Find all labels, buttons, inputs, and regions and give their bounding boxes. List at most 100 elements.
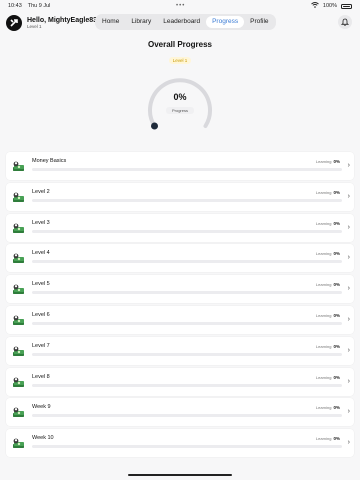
money-stack-icon	[12, 283, 26, 297]
module-row[interactable]: Level 2 Learning 0% ›	[6, 182, 354, 211]
module-row[interactable]: Level 7 Learning 0% ›	[6, 336, 354, 365]
module-status-label: Learning	[315, 189, 332, 195]
tab-library[interactable]: Library	[125, 16, 157, 28]
module-percent: 0%	[333, 189, 340, 195]
module-percent: 0%	[333, 220, 340, 226]
wifi-icon	[311, 2, 319, 10]
tab-profile[interactable]: Profile	[244, 16, 274, 28]
module-percent: 0%	[333, 312, 340, 318]
module-row[interactable]: Level 8 Learning 0% ›	[6, 367, 354, 396]
money-stack-icon	[12, 345, 26, 359]
module-progress-track	[32, 414, 342, 418]
main-tabs: Home Library Leaderboard Progress Profil…	[95, 14, 276, 30]
module-progress-track	[32, 445, 342, 449]
chevron-right-icon: ›	[347, 377, 350, 385]
module-title: Level 5	[32, 281, 50, 288]
module-list: Money Basics Learning 0% › Level 2 Learning 0%…	[6, 152, 354, 460]
home-indicator[interactable]	[128, 474, 232, 476]
module-status: Learning 0%	[316, 190, 340, 195]
battery-percent: 100%	[322, 3, 337, 9]
module-progress-track	[32, 168, 342, 171]
gauge-knob	[151, 122, 158, 130]
module-row[interactable]: Money Basics Learning 0% ›	[6, 152, 354, 180]
module-title: Level 7	[32, 342, 50, 349]
gauge-track	[148, 78, 212, 128]
module-title: Week 9	[32, 404, 51, 411]
module-percent: 0%	[333, 405, 340, 411]
money-stack-icon	[12, 222, 26, 236]
chevron-right-icon: ›	[347, 346, 350, 354]
module-status-label: Learning	[315, 220, 332, 226]
app-logo-icon[interactable]	[6, 15, 22, 31]
module-progress-track	[32, 229, 342, 233]
module-status: Learning 0%	[316, 436, 340, 441]
overall-level-badge: Level 1	[168, 57, 192, 64]
battery-icon	[341, 3, 352, 9]
chevron-right-icon: ›	[347, 315, 350, 323]
chevron-right-icon: ›	[347, 439, 350, 447]
module-status-label: Learning	[315, 374, 332, 380]
module-status-label: Learning	[315, 436, 332, 442]
overall-percent: 0%	[173, 92, 187, 102]
module-row[interactable]: Level 5 Learning 0% ›	[6, 275, 354, 304]
money-stack-icon	[12, 160, 26, 174]
module-percent: 0%	[333, 374, 340, 380]
status-bar: 10:43 Thu 9 Jul ••• 100%	[0, 0, 360, 12]
module-progress-track	[32, 198, 342, 202]
chevron-right-icon: ›	[347, 192, 350, 200]
module-title: Level 8	[32, 373, 50, 380]
module-percent: 0%	[333, 343, 340, 349]
module-row[interactable]: Level 4 Learning 0% ›	[6, 244, 354, 273]
module-title: Level 3	[32, 219, 50, 226]
module-title: Level 2	[32, 188, 50, 195]
module-row[interactable]: Level 6 Learning 0% ›	[6, 305, 354, 334]
module-status-label: Learning	[315, 159, 332, 164]
module-percent: 0%	[333, 436, 340, 442]
module-progress-track	[32, 260, 342, 264]
module-percent: 0%	[333, 159, 340, 164]
overall-progress-section: Overall Progress Level 1	[0, 40, 360, 67]
status-date: Thu 9 Jul	[27, 3, 51, 9]
module-percent: 0%	[333, 282, 340, 288]
tab-home[interactable]: Home	[96, 16, 125, 28]
module-status-label: Learning	[315, 405, 332, 411]
money-stack-icon	[12, 191, 26, 205]
chevron-right-icon: ›	[347, 254, 350, 262]
module-status: Learning 0%	[316, 282, 340, 287]
chevron-right-icon: ›	[347, 162, 350, 169]
module-status: Learning 0%	[316, 344, 340, 349]
money-stack-icon	[12, 437, 26, 451]
module-status-label: Learning	[315, 312, 332, 318]
module-status: Learning 0%	[316, 159, 340, 164]
chevron-right-icon: ›	[347, 285, 350, 293]
module-row[interactable]: Level 3 Learning 0% ›	[6, 213, 354, 242]
module-status: Learning 0%	[316, 251, 340, 256]
chevron-right-icon: ›	[347, 408, 350, 416]
status-time: 10:43	[8, 3, 22, 9]
module-progress-track	[32, 352, 342, 356]
overall-progress-label: Progress	[166, 107, 194, 114]
tab-progress[interactable]: Progress	[206, 16, 245, 28]
module-title: Week 10	[32, 435, 54, 442]
greeting-title: Hello, MightyEagle838	[27, 16, 101, 24]
module-status: Learning 0%	[316, 221, 340, 226]
money-stack-icon	[12, 314, 26, 328]
money-stack-icon	[12, 252, 26, 266]
module-progress-track	[32, 321, 342, 325]
module-percent: 0%	[333, 251, 340, 257]
module-title: Money Basics	[32, 158, 67, 164]
module-status: Learning 0%	[316, 313, 340, 318]
module-progress-track	[32, 291, 342, 295]
module-row[interactable]: Week 10 Learning 0% ›	[6, 429, 354, 458]
module-progress-track	[32, 383, 342, 387]
multitask-dots[interactable]: •••	[176, 3, 185, 9]
module-row[interactable]: Week 9 Learning 0% ›	[6, 398, 354, 427]
tab-leaderboard[interactable]: Leaderboard	[157, 16, 206, 28]
money-stack-icon	[12, 406, 26, 420]
app-header: Hello, MightyEagle838 Level 1 Home Libra…	[0, 12, 360, 34]
overall-progress-title: Overall Progress	[147, 40, 213, 49]
module-status-label: Learning	[315, 343, 332, 349]
module-status-label: Learning	[315, 282, 332, 288]
module-status: Learning 0%	[316, 375, 340, 380]
bell-icon[interactable]	[338, 15, 352, 29]
